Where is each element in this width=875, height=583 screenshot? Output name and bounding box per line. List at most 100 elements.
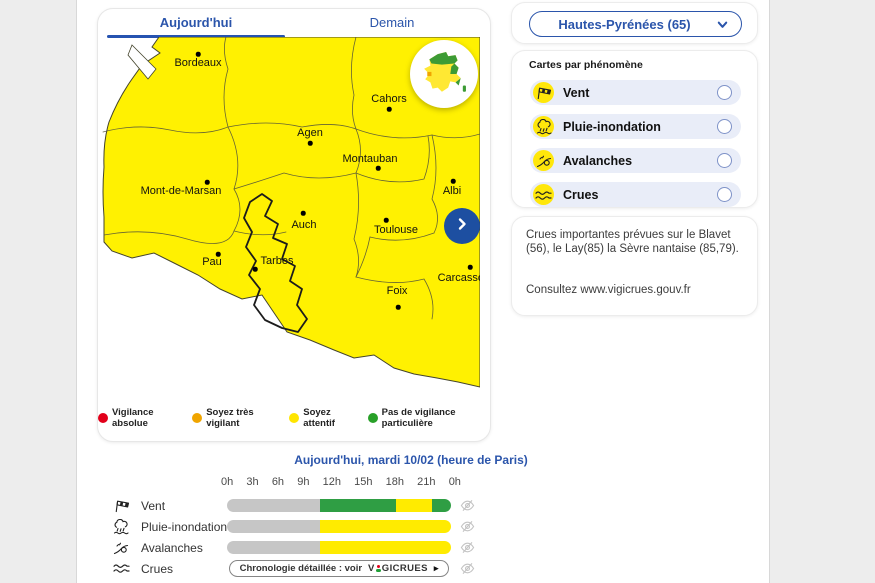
visibility-off-icon[interactable]	[460, 540, 475, 560]
timeline-bar-segment	[320, 499, 395, 512]
phenomenon-label: Avalanches	[563, 154, 632, 168]
phenomenon-row-vent[interactable]: Vent	[530, 80, 741, 105]
hour-tick-label: 0h	[221, 476, 233, 488]
city-label: Tarbes	[260, 255, 293, 267]
crues-info-card: Crues importantes prévues sur le Blavet …	[511, 216, 758, 316]
phenomena-list: Vent Pluie-inondation Avalanches Crues	[512, 80, 757, 207]
main-content: Aujourd'hui Demain	[76, 0, 770, 583]
city-label: Montauban	[342, 153, 397, 165]
tab-tomorrow-label: Demain	[370, 15, 415, 30]
timeline-bar-segment	[320, 541, 451, 554]
city-dot	[308, 141, 313, 146]
hour-tick-label: 18h	[386, 476, 404, 488]
timeline-row-crues: Crues Chronologie détaillée : voirVGICRUE…	[77, 561, 771, 576]
timeline-bar-segment	[227, 541, 320, 554]
timeline-row-pluie-inondation: Pluie-inondation	[77, 519, 771, 534]
phenomenon-row-avalanches[interactable]: Avalanches	[530, 148, 741, 173]
visibility-off-icon[interactable]	[460, 561, 475, 581]
city-label: Pau	[202, 256, 222, 268]
phenomena-card: Cartes par phénomène Vent Pluie-inondatio…	[511, 50, 758, 208]
timeline-row-label: Crues	[141, 562, 173, 576]
city-dot	[376, 166, 381, 171]
wind-icon	[113, 498, 130, 518]
phenomenon-radio[interactable]	[717, 85, 732, 100]
chronologie-vigicrues-button[interactable]: Chronologie détaillée : voirVGICRUES▸	[229, 560, 449, 577]
phenomenon-row-crues[interactable]: Crues	[530, 182, 741, 207]
avalanche-icon	[533, 150, 554, 171]
map-card: Aujourd'hui Demain	[97, 8, 491, 442]
timeline-title: Aujourd'hui, mardi 10/02 (heure de Paris…	[181, 453, 641, 467]
legend-color-dot	[289, 413, 299, 423]
timeline-row-label: Avalanches	[141, 541, 203, 555]
phenomenon-radio[interactable]	[717, 119, 732, 134]
timeline-bar-segment	[227, 520, 320, 533]
waves-icon	[113, 561, 130, 579]
france-mini-map	[421, 51, 467, 97]
hour-tick-label: 9h	[297, 476, 309, 488]
legend-label: Soyez attentif	[303, 407, 354, 429]
phenomenon-radio[interactable]	[717, 187, 732, 202]
timeline-bar-segment	[227, 499, 320, 512]
phenomenon-row-pluie-inondation[interactable]: Pluie-inondation	[530, 114, 741, 139]
city-label: Carcassonne	[438, 272, 480, 284]
city-label: Auch	[291, 219, 316, 231]
city-dot	[451, 179, 456, 184]
timeline-bar	[227, 520, 451, 533]
timeline-row-avalanches: Avalanches	[77, 540, 771, 555]
legend-color-dot	[368, 413, 378, 423]
vigicrues-link-text: Consultez www.vigicrues.gouv.fr	[526, 283, 743, 297]
timeline-bar	[227, 499, 451, 512]
phenomena-header: Cartes par phénomène	[529, 59, 757, 71]
phenomenon-radio[interactable]	[717, 153, 732, 168]
hour-tick-label: 21h	[417, 476, 435, 488]
avalanche-icon	[113, 540, 129, 561]
vigilance-page: Aujourd'hui Demain	[0, 0, 875, 583]
map-next-arrow-button[interactable]	[444, 208, 480, 244]
timeline-row-label: Pluie-inondation	[141, 520, 227, 534]
city-dot	[253, 267, 258, 272]
legend-item: Soyez très vigilant	[192, 407, 276, 429]
hour-tick-label: 15h	[354, 476, 372, 488]
hour-tick-label: 3h	[246, 476, 258, 488]
city-dot	[301, 211, 306, 216]
chrono-prefix: Chronologie détaillée : voir	[240, 563, 362, 574]
visibility-off-icon[interactable]	[460, 519, 475, 539]
chevron-right-icon	[455, 217, 469, 236]
legend-item: Soyez attentif	[289, 407, 354, 429]
rain-icon	[113, 519, 129, 540]
visibility-off-icon[interactable]	[460, 498, 475, 518]
tab-today-label: Aujourd'hui	[160, 15, 232, 30]
vigilance-legend: Vigilance absolueSoyez très vigilantSoye…	[98, 407, 490, 429]
city-dot	[468, 265, 473, 270]
tab-today[interactable]: Aujourd'hui	[98, 15, 294, 39]
day-tabs: Aujourd'hui Demain	[98, 9, 490, 39]
waves-icon	[533, 184, 554, 205]
city-label: Agen	[297, 127, 323, 139]
vigilance-map[interactable]: BordeauxCahorsAgenMontaubanMont-de-Marsa…	[102, 37, 480, 395]
legend-item: Pas de vigilance particulière	[368, 407, 490, 429]
city-dot	[205, 180, 210, 185]
wind-icon	[533, 82, 554, 103]
city-label: Toulouse	[374, 224, 418, 236]
department-dropdown[interactable]: Hautes-Pyrénées (65)	[529, 11, 742, 37]
tab-tomorrow[interactable]: Demain	[294, 15, 490, 39]
phenomenon-label: Pluie-inondation	[563, 120, 661, 134]
phenomenon-label: Vent	[563, 86, 589, 100]
hour-tick-label: 12h	[323, 476, 341, 488]
timeline-bar-segment	[432, 499, 451, 512]
france-overview-inset[interactable]	[410, 40, 478, 108]
timeline-bar-segment	[396, 499, 432, 512]
hour-tick-label: 6h	[272, 476, 284, 488]
legend-label: Soyez très vigilant	[206, 407, 276, 429]
city-dot	[196, 52, 201, 57]
department-selector-card: Hautes-Pyrénées (65)	[511, 2, 758, 44]
timeline-row-vent: Vent	[77, 498, 771, 513]
city-dot	[396, 305, 401, 310]
city-label: Mont-de-Marsan	[141, 185, 222, 197]
arrow-right-icon: ▸	[434, 563, 439, 574]
city-label: Foix	[387, 285, 408, 297]
chevron-down-icon	[716, 18, 729, 34]
legend-label: Pas de vigilance particulière	[382, 407, 490, 429]
city-label: Cahors	[371, 93, 406, 105]
timeline-hour-scale: 0h3h6h9h12h15h18h21h0h	[221, 476, 461, 488]
